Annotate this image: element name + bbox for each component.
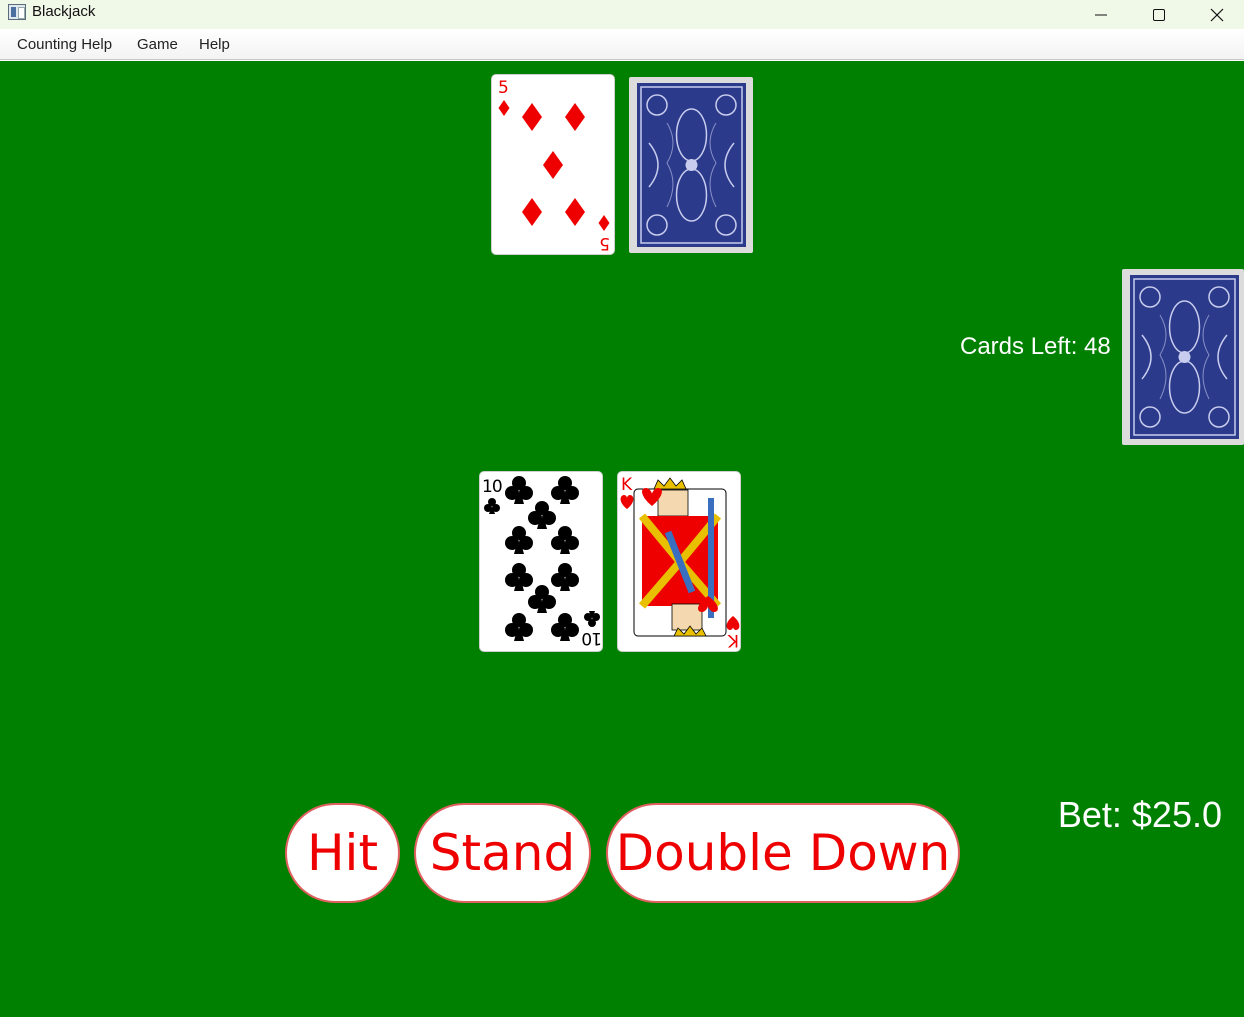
svg-text:10: 10 xyxy=(482,477,502,497)
card-back-pattern xyxy=(637,83,746,247)
svg-text:10: 10 xyxy=(582,628,602,648)
ten-of-clubs-face: 10 10 xyxy=(482,476,602,648)
double-down-button[interactable]: Double Down xyxy=(606,803,960,903)
maximize-icon xyxy=(1153,8,1165,21)
menu-game[interactable]: Game xyxy=(137,36,178,53)
window-title: Blackjack xyxy=(32,3,96,20)
svg-text:5: 5 xyxy=(599,233,610,253)
title-bar: Blackjack xyxy=(0,0,1244,29)
app-icon xyxy=(8,4,26,20)
king-of-hearts-face: K K xyxy=(620,475,740,650)
player-card-king-of-hearts: K K xyxy=(617,471,741,652)
shoe-deck xyxy=(1122,269,1244,445)
game-table: 5 5 Cards Left: 48 10 10 K K Bet: $25.0 … xyxy=(0,61,1244,1017)
close-button[interactable] xyxy=(1188,0,1244,29)
minimize-icon xyxy=(1095,14,1107,15)
five-of-diamonds-face: 5 5 xyxy=(498,78,610,253)
maximize-button[interactable] xyxy=(1130,0,1188,29)
bet-label: Bet: $25.0 xyxy=(1057,794,1222,835)
hit-button[interactable]: Hit xyxy=(285,803,400,903)
player-card-ten-of-clubs: 10 10 xyxy=(479,471,603,652)
svg-text:K: K xyxy=(621,475,633,495)
svg-text:5: 5 xyxy=(498,78,509,98)
deck-back-pattern xyxy=(1130,275,1239,439)
svg-text:K: K xyxy=(727,630,739,650)
menu-bar: Counting Help Game Help xyxy=(0,29,1244,60)
dealer-card-face-down xyxy=(629,77,753,253)
dealer-card-five-of-diamonds: 5 5 xyxy=(491,74,615,255)
cards-left-label: Cards Left: 48 xyxy=(960,333,1111,360)
stand-button[interactable]: Stand xyxy=(414,803,591,903)
menu-counting-help[interactable]: Counting Help xyxy=(17,36,112,53)
minimize-button[interactable] xyxy=(1072,0,1130,29)
menu-help[interactable]: Help xyxy=(199,36,230,53)
close-icon xyxy=(1210,8,1224,21)
